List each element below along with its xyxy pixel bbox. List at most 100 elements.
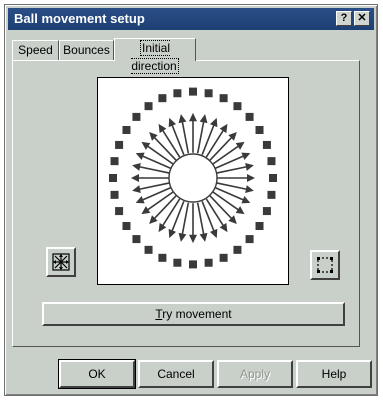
direction-spoke[interactable] xyxy=(201,123,216,156)
direction-marker[interactable] xyxy=(144,245,153,254)
direction-marker[interactable] xyxy=(109,174,117,182)
direction-marker[interactable] xyxy=(189,260,197,269)
direction-arrowhead xyxy=(245,185,254,193)
clear-directions-button[interactable] xyxy=(310,250,340,280)
direction-spoke[interactable] xyxy=(152,135,177,161)
direction-arrowhead xyxy=(189,112,197,122)
direction-marker[interactable] xyxy=(204,258,213,267)
direction-arrowhead xyxy=(199,232,208,242)
direction-arrowhead xyxy=(247,174,255,182)
direction-marker[interactable] xyxy=(245,112,254,121)
direction-spoke[interactable] xyxy=(216,182,249,191)
tab-initial-direction[interactable]: Initial direction xyxy=(114,38,196,74)
direction-marker[interactable] xyxy=(245,235,254,244)
direction-canvas[interactable] xyxy=(97,77,289,285)
tab-speed-label: Speed xyxy=(18,43,53,57)
tab-speed[interactable]: Speed xyxy=(12,40,59,60)
direction-spoke[interactable] xyxy=(181,202,190,236)
cancel-button[interactable]: Cancel xyxy=(138,360,214,388)
title-bar: Ball movement setup ? ✕ xyxy=(8,8,374,30)
direction-marker[interactable] xyxy=(158,94,167,103)
direction-spoke[interactable] xyxy=(145,144,174,165)
direction-selector-graphic xyxy=(109,87,277,269)
direction-spoke[interactable] xyxy=(214,154,246,170)
direction-marker[interactable] xyxy=(233,245,242,254)
direction-spoke[interactable] xyxy=(137,182,170,191)
direction-spoke[interactable] xyxy=(205,198,225,228)
direction-marker[interactable] xyxy=(110,157,119,166)
direction-arrowhead xyxy=(132,163,141,171)
direction-spoke[interactable] xyxy=(214,186,246,202)
direction-arrowhead xyxy=(189,234,197,244)
direction-marker[interactable] xyxy=(115,140,124,149)
direction-arrowhead xyxy=(219,123,228,134)
direction-arrowhead xyxy=(141,141,151,150)
direction-marker[interactable] xyxy=(158,253,167,262)
direction-arrowhead xyxy=(178,232,187,242)
direction-spoke[interactable] xyxy=(137,165,170,174)
direction-arrowhead xyxy=(131,174,139,182)
tab-bounces[interactable]: Bounces xyxy=(59,40,114,60)
direction-spoke[interactable] xyxy=(140,154,172,170)
direction-spoke[interactable] xyxy=(201,200,216,233)
direction-marker[interactable] xyxy=(219,94,228,103)
direction-marker[interactable] xyxy=(204,89,213,98)
direction-arrowhead xyxy=(235,141,245,150)
direction-marker[interactable] xyxy=(269,174,277,182)
direction-marker[interactable] xyxy=(233,102,242,111)
direction-marker[interactable] xyxy=(189,87,197,96)
direction-marker[interactable] xyxy=(122,125,131,134)
direction-spoke[interactable] xyxy=(216,165,249,174)
direction-arrowhead xyxy=(158,123,167,134)
direction-arrowhead xyxy=(178,114,187,124)
direction-marker[interactable] xyxy=(132,112,141,121)
close-title-button[interactable]: ✕ xyxy=(354,11,370,26)
direction-marker[interactable] xyxy=(255,125,264,134)
all-directions-button[interactable] xyxy=(46,247,76,277)
direction-spoke[interactable] xyxy=(181,120,190,154)
direction-spoke[interactable] xyxy=(161,128,181,158)
direction-marker[interactable] xyxy=(219,253,228,262)
direction-spoke[interactable] xyxy=(145,191,174,212)
help-button[interactable]: Help xyxy=(296,360,372,388)
direction-arrowhead xyxy=(199,114,208,124)
all-directions-icon xyxy=(52,253,70,271)
direction-arrowhead xyxy=(235,206,245,215)
direction-arrowhead xyxy=(245,163,254,171)
direction-spoke[interactable] xyxy=(196,120,205,154)
try-movement-button[interactable]: Try movement xyxy=(42,302,345,326)
ok-button[interactable]: OK xyxy=(58,359,136,389)
direction-marker[interactable] xyxy=(173,258,182,267)
direction-marker[interactable] xyxy=(267,190,276,199)
direction-spoke[interactable] xyxy=(152,195,177,221)
window-title: Ball movement setup xyxy=(14,11,145,26)
direction-marker[interactable] xyxy=(173,89,182,98)
direction-spoke[interactable] xyxy=(161,198,181,228)
direction-marker[interactable] xyxy=(255,222,264,231)
direction-spoke[interactable] xyxy=(170,123,185,156)
direction-marker[interactable] xyxy=(144,102,153,111)
direction-marker[interactable] xyxy=(267,157,276,166)
direction-arrowhead xyxy=(132,185,141,193)
inner-ring xyxy=(168,153,218,203)
tab-bounces-label: Bounces xyxy=(63,43,110,57)
direction-spoke[interactable] xyxy=(170,200,185,233)
direction-marker[interactable] xyxy=(132,235,141,244)
direction-marker[interactable] xyxy=(262,140,271,149)
direction-marker[interactable] xyxy=(110,190,119,199)
direction-spoke[interactable] xyxy=(209,135,234,161)
direction-spoke[interactable] xyxy=(205,128,225,158)
dotted-square-icon xyxy=(317,257,333,273)
direction-spoke[interactable] xyxy=(140,186,172,202)
direction-spoke[interactable] xyxy=(212,191,241,212)
help-title-button[interactable]: ? xyxy=(336,11,352,26)
direction-arrowhead xyxy=(141,206,151,215)
direction-marker[interactable] xyxy=(122,222,131,231)
try-movement-label: ry movement xyxy=(162,307,232,321)
direction-marker[interactable] xyxy=(262,207,271,216)
direction-spoke[interactable] xyxy=(196,202,205,236)
direction-marker[interactable] xyxy=(115,207,124,216)
apply-button[interactable]: Apply xyxy=(217,360,293,388)
direction-spoke[interactable] xyxy=(212,144,241,165)
direction-spoke[interactable] xyxy=(209,195,234,221)
